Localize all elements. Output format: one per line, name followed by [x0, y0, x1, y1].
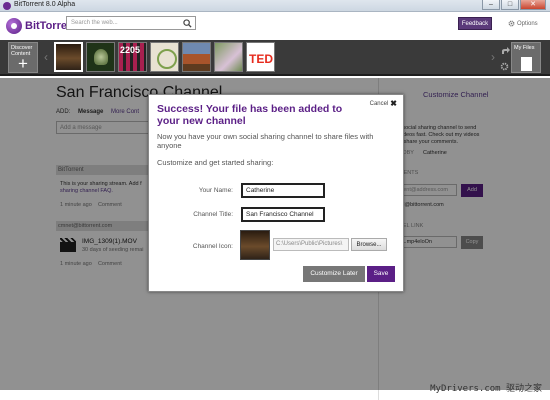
settings-icon[interactable]: [500, 62, 509, 71]
app-icon: [3, 2, 11, 10]
your-name-label: Your Name:: [198, 187, 233, 194]
close-window-button[interactable]: ✕: [520, 0, 546, 10]
chevron-left-icon[interactable]: ‹: [44, 50, 52, 64]
channel-strip: Discover Content + ‹ 2205 TED › My Files: [0, 40, 550, 76]
channel-thumb-2[interactable]: [86, 42, 115, 72]
cancel-button[interactable]: Cancel ✖: [370, 99, 397, 108]
channel-icon-preview: [240, 230, 270, 260]
watermark: MyDrivers.com 驱动之家: [430, 384, 542, 394]
document-icon: [521, 57, 532, 71]
plus-icon: +: [18, 54, 28, 73]
success-dialog: Success! Your file has been added to you…: [148, 94, 404, 292]
channel-thumb-1[interactable]: [54, 42, 83, 72]
save-button[interactable]: Save: [367, 266, 395, 282]
channel-thumb-4[interactable]: [150, 42, 179, 72]
channel-thumb-7[interactable]: TED: [246, 42, 275, 72]
options-button[interactable]: Options: [508, 20, 538, 27]
channel-icon-label: Channel Icon:: [192, 243, 233, 250]
cancel-label: Cancel: [369, 100, 389, 107]
close-icon[interactable]: ✖: [390, 99, 397, 108]
channel-thumbnails: 2205 TED: [54, 42, 275, 72]
search-placeholder: Search the web...: [71, 20, 118, 26]
icon-path-field[interactable]: C:\Users\Public\Pictures\: [273, 238, 349, 251]
my-files-label: My Files: [514, 45, 535, 51]
discover-content-button[interactable]: Discover Content +: [8, 42, 38, 73]
customize-heading: Customize and get started sharing:: [157, 158, 274, 167]
app-header: BitTorrent Search the web... Feedback Op…: [0, 12, 550, 40]
feedback-button[interactable]: Feedback: [458, 17, 492, 30]
search-input[interactable]: Search the web...: [66, 16, 196, 30]
window-titlebar: BitTorrent 8.0 Alpha – □ ✕: [0, 0, 550, 12]
chevron-right-icon[interactable]: ›: [491, 50, 495, 64]
share-icon[interactable]: [500, 46, 510, 56]
channel-title-label: Channel Title:: [193, 211, 233, 218]
minimize-button[interactable]: –: [482, 0, 500, 10]
dialog-title: Success! Your file has been added to you…: [157, 103, 343, 127]
customize-later-button[interactable]: Customize Later: [303, 266, 365, 282]
ted-logo: TED: [249, 52, 273, 66]
channel-thumb-6[interactable]: [214, 42, 243, 72]
options-label: Options: [517, 20, 538, 27]
your-name-field[interactable]: Catherine: [241, 183, 325, 198]
bittorrent-logo-icon: [6, 18, 22, 34]
channel-thumb-5[interactable]: [182, 42, 211, 72]
dialog-subtitle: Now you have your own social sharing cha…: [157, 132, 374, 150]
browse-button[interactable]: Browse...: [351, 238, 387, 251]
maximize-button[interactable]: □: [501, 0, 519, 10]
search-icon[interactable]: [183, 19, 192, 28]
gear-icon: [508, 20, 515, 27]
thumb-text: 2205: [120, 45, 141, 55]
channel-title-field[interactable]: San Francisco Channel: [241, 207, 325, 222]
window-title: BitTorrent 8.0 Alpha: [14, 1, 76, 8]
channel-thumb-3[interactable]: 2205: [118, 42, 147, 72]
my-files-button[interactable]: My Files: [511, 42, 541, 73]
